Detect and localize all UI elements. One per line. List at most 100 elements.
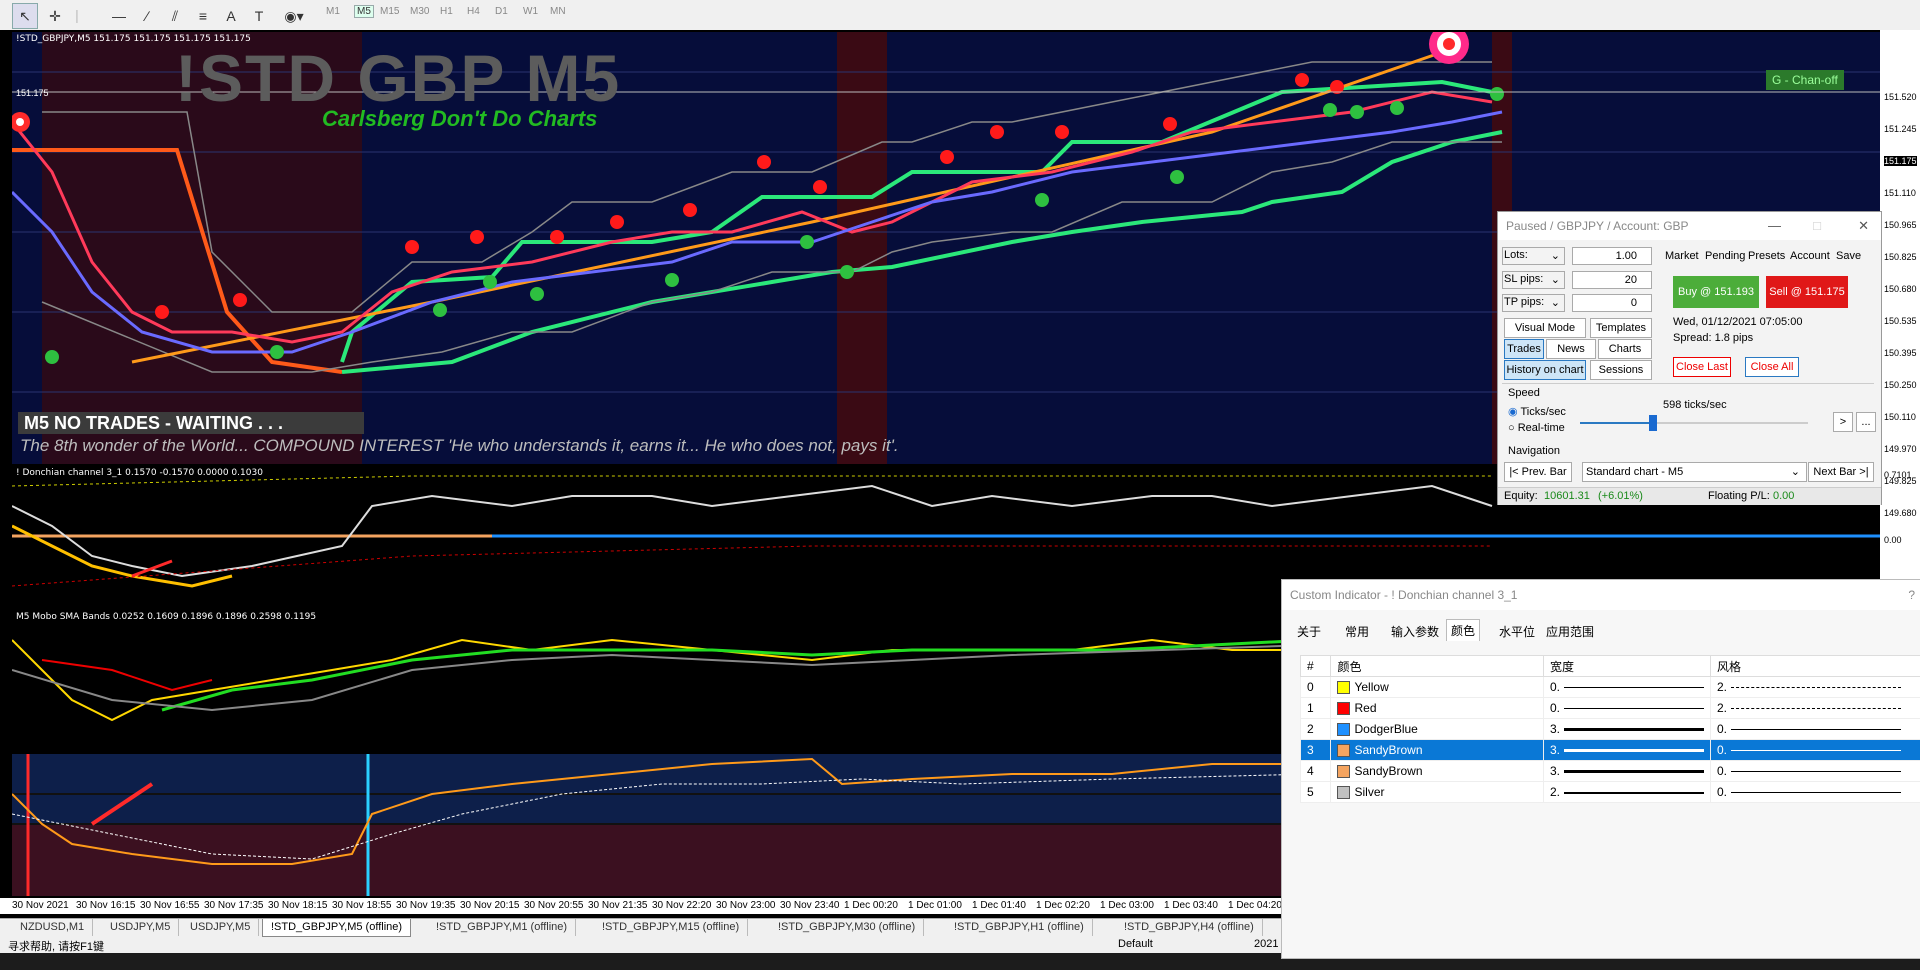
speed-more-button[interactable]: ... <box>1856 412 1876 432</box>
chart-tab[interactable]: !STD_GBPJPY,M1 (offline) <box>428 919 577 936</box>
tf-h4[interactable]: H4 <box>467 6 480 17</box>
templates-button[interactable]: Templates <box>1590 318 1652 338</box>
row-color[interactable]: SandyBrown <box>1330 739 1544 761</box>
sell-button[interactable]: Sell @ 151.175 <box>1766 276 1848 308</box>
tab-pending[interactable]: Pending <box>1705 250 1745 262</box>
row-style[interactable]: 0. <box>1709 760 1920 782</box>
tp-input[interactable]: 0 <box>1572 294 1652 312</box>
row-style[interactable]: 0. <box>1709 781 1920 803</box>
row-style[interactable]: 0. <box>1709 718 1920 740</box>
sessions-button[interactable]: Sessions <box>1590 360 1652 380</box>
row-color[interactable]: Silver <box>1330 781 1544 803</box>
maximize-icon[interactable]: □ <box>1813 212 1821 240</box>
chart-title: !STD GBP M5 <box>175 41 622 115</box>
table-row[interactable]: 1 Red 0. 2. <box>1299 697 1920 719</box>
tab-presets[interactable]: Presets <box>1748 250 1785 262</box>
channel-icon[interactable]: ⫽ <box>162 3 188 29</box>
table-row[interactable]: 2 DodgerBlue 3. 0. <box>1299 718 1920 740</box>
news-button[interactable]: News <box>1546 339 1596 359</box>
speed-next-button[interactable]: > <box>1833 412 1853 432</box>
tab-colors[interactable]: 颜色 <box>1446 619 1481 641</box>
row-color[interactable]: Red <box>1330 697 1544 719</box>
chart-tab[interactable]: NZDUSD,M1 <box>12 919 94 936</box>
trendline-icon[interactable]: ∕ <box>134 3 160 29</box>
row-color[interactable]: DodgerBlue <box>1330 718 1544 740</box>
speed-slider[interactable] <box>1580 415 1808 431</box>
tf-h1[interactable]: H1 <box>440 6 453 17</box>
chart-tab[interactable]: !STD_GBPJPY,H4 (offline) <box>1116 919 1263 936</box>
row-color[interactable]: Yellow <box>1330 676 1544 698</box>
history-on-chart-button[interactable]: History on chart <box>1504 360 1586 380</box>
prev-bar-button[interactable]: |< Prev. Bar <box>1504 462 1572 482</box>
row-width[interactable]: 3. <box>1542 739 1711 761</box>
close-all-button[interactable]: Close All <box>1745 357 1799 377</box>
chart-tab[interactable]: USDJPY,M5 <box>102 919 180 936</box>
table-row[interactable]: 3 SandyBrown 3. 0. <box>1299 739 1920 761</box>
tf-mn[interactable]: MN <box>550 6 566 17</box>
chart-tab[interactable]: USDJPY,M5 <box>182 919 260 936</box>
close-icon[interactable]: ✕ <box>1858 212 1869 240</box>
tab-common[interactable]: 常用 <box>1345 623 1369 640</box>
tf-d1[interactable]: D1 <box>495 6 508 17</box>
tp-dropdown[interactable]: ⌄ <box>1502 294 1565 312</box>
ticks-radio[interactable]: ◉ Ticks/sec <box>1508 405 1566 418</box>
shapes-dropdown-icon[interactable]: ◉▾ <box>276 3 312 29</box>
realtime-radio[interactable]: ○ Real-time <box>1508 422 1565 434</box>
trade-panel[interactable]: Paused / GBPJPY / Account: GBP — □ ✕ Lot… <box>1497 211 1882 505</box>
text-icon[interactable]: T <box>246 3 272 29</box>
cursor-icon[interactable]: ↖ <box>12 3 38 29</box>
chart-tab[interactable]: !STD_GBPJPY,M5 (offline) <box>262 919 412 937</box>
tab-levels[interactable]: 水平位 <box>1499 623 1535 640</box>
table-row[interactable]: 4 SandyBrown 3. 0. <box>1299 760 1920 782</box>
custom-indicator-dialog[interactable]: Custom Indicator - ! Donchian channel 3_… <box>1281 579 1920 959</box>
tf-m5[interactable]: M5 <box>354 5 374 18</box>
fibonacci-icon[interactable]: ≡ <box>190 3 216 29</box>
tf-w1[interactable]: W1 <box>523 6 538 17</box>
time-label: 1 Dec 00:20 <box>844 900 898 911</box>
tab-visualization[interactable]: 应用范围 <box>1546 623 1594 640</box>
visual-mode-button[interactable]: Visual Mode <box>1504 318 1586 338</box>
tf-m1[interactable]: M1 <box>326 6 340 17</box>
row-color[interactable]: SandyBrown <box>1330 760 1544 782</box>
silver-line <box>12 484 1493 578</box>
tab-market[interactable]: Market <box>1665 250 1699 262</box>
label-icon[interactable]: A <box>218 3 244 29</box>
tf-m15[interactable]: M15 <box>380 6 399 17</box>
chart-type-select[interactable]: Standard chart - M5 ⌄ <box>1582 462 1807 482</box>
time-label: 30 Nov 16:55 <box>140 900 200 911</box>
spread-text: Spread: 1.8 pips <box>1673 332 1754 344</box>
trades-button[interactable]: Trades <box>1504 339 1544 359</box>
close-last-button[interactable]: Close Last <box>1673 357 1731 377</box>
tab-account[interactable]: Account <box>1790 250 1830 262</box>
lots-dropdown[interactable]: ⌄ <box>1502 247 1565 265</box>
sl-input[interactable]: 20 <box>1572 271 1652 289</box>
help-icon[interactable]: ? <box>1908 580 1915 610</box>
table-row[interactable]: 5 Silver 2. 0. <box>1299 781 1920 803</box>
next-bar-button[interactable]: Next Bar >| <box>1808 462 1874 482</box>
chart-tab[interactable]: !STD_GBPJPY,M15 (offline) <box>594 919 749 936</box>
row-style[interactable]: 2. <box>1709 676 1920 698</box>
tab-save[interactable]: Save <box>1836 250 1861 262</box>
row-style[interactable]: 2. <box>1709 697 1920 719</box>
chart-tab[interactable]: !STD_GBPJPY,M30 (offline) <box>770 919 925 936</box>
speed-slider-thumb[interactable] <box>1648 415 1657 431</box>
lots-input[interactable]: 1.00 <box>1572 247 1652 265</box>
buy-button[interactable]: Buy @ 151.193 <box>1673 276 1759 308</box>
row-width[interactable]: 3. <box>1542 760 1711 782</box>
crosshair-icon[interactable]: ✛ <box>42 3 68 29</box>
charts-button[interactable]: Charts <box>1598 339 1652 359</box>
chan-off-label[interactable]: G - Chan-off <box>1766 70 1844 90</box>
tab-inputs[interactable]: 输入参数 <box>1391 623 1439 640</box>
row-width[interactable]: 3. <box>1542 718 1711 740</box>
row-style[interactable]: 0. <box>1709 739 1920 761</box>
sl-dropdown[interactable]: ⌄ <box>1502 271 1565 289</box>
minimize-icon[interactable]: — <box>1768 212 1781 240</box>
row-width[interactable]: 2. <box>1542 781 1711 803</box>
tab-about[interactable]: 关于 <box>1297 623 1321 640</box>
row-width[interactable]: 0. <box>1542 676 1711 698</box>
chart-tab[interactable]: !STD_GBPJPY,H1 (offline) <box>946 919 1093 936</box>
table-row[interactable]: 0 Yellow 0. 2. <box>1299 676 1920 698</box>
tf-m30[interactable]: M30 <box>410 6 429 17</box>
row-width[interactable]: 0. <box>1542 697 1711 719</box>
horizontal-line-icon[interactable]: — <box>106 3 132 29</box>
